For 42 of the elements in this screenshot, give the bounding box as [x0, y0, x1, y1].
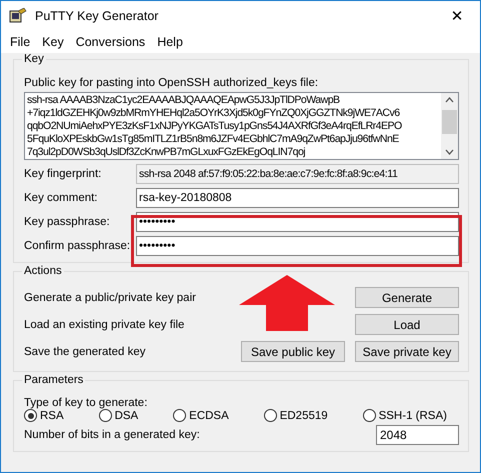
text-field[interactable]: •••••••••	[136, 236, 459, 256]
text-field[interactable]: rsa-key-20180808	[136, 188, 459, 208]
radio-option[interactable]: SSH-1 (RSA)	[362, 409, 447, 422]
scrollbar[interactable]	[441, 93, 458, 159]
public-key-line: qqbO2NUmiAehxPYE3zKsF1xNJPyYKGATsTusy1pGns54J4AXRfGf3eA4rqEfLRr4EPO	[27, 120, 403, 133]
scroll-down-icon[interactable]	[445, 149, 454, 155]
radio-option[interactable]: ECDSA	[173, 409, 229, 422]
field-label: Key passphrase:	[24, 216, 111, 228]
radio-option[interactable]: RSA	[24, 409, 64, 422]
field-label: Key comment:	[24, 192, 98, 204]
radio-option[interactable]: ED25519	[264, 409, 328, 422]
action-button[interactable]: Save public key	[241, 341, 345, 362]
public-key-line: 5FquKloXPEskbGw1sTg85mITLZ1rB5n8m6JZFv4EGbhlC7mA9qZwPt6apJju96tfwNnE	[27, 133, 400, 146]
public-key-line: ssh-rsa AAAAB3NzaC1yc2EAAAABJQAAAQEApwG5J3JpTlDPoWawpB	[27, 94, 341, 107]
field-label: Confirm passphrase:	[24, 240, 132, 252]
group-title: Actions	[22, 265, 64, 277]
radio-option[interactable]: DSA	[98, 409, 138, 422]
menu-item[interactable]: Help	[157, 35, 183, 49]
group-title: Key	[22, 53, 46, 65]
window-title: PuTTY Key Generator	[35, 9, 158, 23]
menu-item[interactable]: Conversions	[76, 35, 146, 49]
action-label: Load an existing private key file	[24, 318, 184, 330]
field-label: Key fingerprint:	[24, 168, 102, 180]
public-key-line: +7iqz1ldGZEHKj0w9zbMRmYHEHql2a5OYrK3Xjd5k0gFYnZQ0XjGGZTNk9jWE7ACv6	[27, 107, 401, 120]
close-button[interactable]: ✕	[434, 1, 480, 31]
scroll-up-icon[interactable]	[445, 97, 454, 103]
action-button[interactable]: Save private key	[355, 341, 459, 362]
menu-item[interactable]: Key	[42, 35, 64, 49]
action-label: Save the generated key	[24, 346, 146, 358]
key-type-label: Type of key to generate:	[24, 397, 148, 409]
app-icon	[10, 8, 26, 22]
bits-field[interactable]: 2048	[376, 425, 459, 445]
action-label: Generate a public/private key pair	[24, 292, 196, 304]
public-key-line: 7q3ul2pD0WSb3qUslDf3ZcKnwPB7mGLxuxFGzEkEgOqLIN7qoj	[27, 146, 306, 159]
public-key-label: Public key for pasting into OpenSSH authorized_keys file:	[24, 77, 320, 89]
scrollbar-thumb[interactable]	[442, 110, 457, 134]
menu-item[interactable]: File	[10, 35, 30, 49]
group-title: Parameters	[22, 374, 86, 386]
bits-label: Number of bits in a generated key:	[24, 429, 200, 441]
public-key-box[interactable]	[24, 92, 459, 160]
action-button[interactable]: Load	[355, 314, 459, 335]
action-button[interactable]: Generate	[355, 287, 459, 308]
